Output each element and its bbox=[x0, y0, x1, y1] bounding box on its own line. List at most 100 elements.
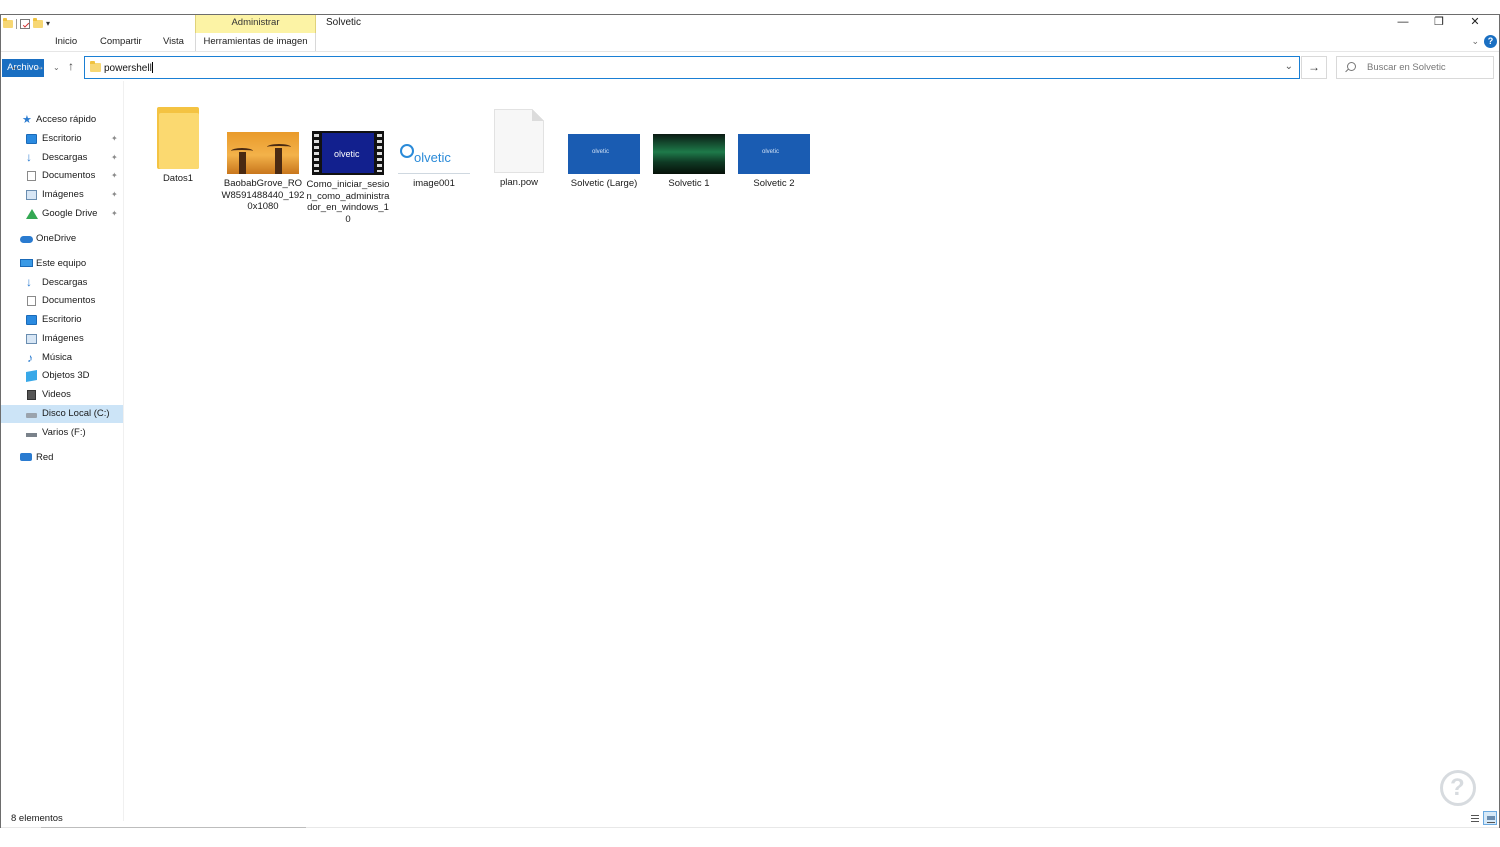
3d-objects-icon bbox=[26, 370, 37, 382]
sidebar-item-escritorio-pc[interactable]: Escritorio bbox=[1, 311, 123, 329]
sidebar-item-label: Red bbox=[36, 452, 54, 463]
music-icon: ♪ bbox=[27, 351, 33, 365]
sidebar-item-descargas-pc[interactable]: ↓ Descargas bbox=[1, 274, 123, 292]
sidebar-item-label: Varios (F:) bbox=[42, 427, 86, 438]
file-item-video[interactable]: olvetic Como_iniciar_sesion_como_adminis… bbox=[306, 107, 390, 225]
download-icon: ↓ bbox=[26, 150, 32, 164]
sidebar-item-label: Imágenes bbox=[42, 189, 84, 200]
close-button[interactable]: ✕ bbox=[1457, 15, 1493, 31]
document-icon bbox=[494, 109, 544, 173]
pin-icon[interactable]: ✦ bbox=[111, 186, 118, 204]
thumbnail-text: olvetic bbox=[592, 149, 610, 155]
sidebar-item-musica[interactable]: ♪ Música bbox=[1, 349, 123, 367]
file-name: Datos1 bbox=[162, 173, 194, 184]
recent-locations-icon[interactable]: ⌄ bbox=[53, 62, 60, 74]
sidebar-item-label: Acceso rápido bbox=[36, 114, 97, 125]
this-pc-icon bbox=[20, 259, 33, 267]
pictures-icon bbox=[26, 334, 37, 344]
image-thumbnail: olvetic bbox=[398, 142, 470, 174]
sidebar-item-label: Imágenes bbox=[42, 333, 84, 344]
sidebar-item-documentos-pc[interactable]: Documentos bbox=[1, 292, 123, 310]
file-name: image001 bbox=[413, 178, 455, 189]
sidebar-item-label: Google Drive bbox=[42, 208, 98, 219]
video-thumbnail: olvetic bbox=[312, 131, 384, 175]
search-input[interactable] bbox=[1367, 60, 1487, 75]
sidebar-item-onedrive[interactable]: OneDrive bbox=[1, 230, 123, 248]
address-input[interactable]: powershell bbox=[104, 62, 153, 74]
videos-icon bbox=[27, 390, 36, 400]
sidebar-item-escritorio[interactable]: Escritorio ✦ bbox=[1, 130, 123, 148]
documents-icon bbox=[27, 296, 36, 306]
large-icons-view-icon[interactable] bbox=[1483, 811, 1497, 825]
file-item-plan-pow[interactable]: plan.pow bbox=[477, 107, 561, 189]
forward-arrow-icon[interactable]: → bbox=[33, 60, 45, 72]
tab-compartir[interactable]: Compartir bbox=[94, 33, 148, 51]
sidebar-item-google-drive[interactable]: Google Drive ✦ bbox=[1, 205, 123, 223]
minimize-button[interactable]: — bbox=[1385, 15, 1421, 31]
image-thumbnail: olvetic bbox=[568, 134, 640, 174]
sidebar-item-label: Disco Local (C:) bbox=[42, 408, 110, 419]
sidebar-item-label: Música bbox=[42, 352, 73, 363]
pin-icon[interactable]: ✦ bbox=[111, 205, 118, 223]
pin-icon[interactable]: ✦ bbox=[111, 130, 118, 148]
file-list: Datos1 BaobabGrove_ROW8591488440_1920x10… bbox=[131, 81, 1499, 821]
file-item-solvetic-large[interactable]: olvetic Solvetic (Large) bbox=[562, 107, 646, 190]
help-button[interactable]: ? bbox=[1484, 35, 1497, 48]
sidebar-item-imagenes-pc[interactable]: Imágenes bbox=[1, 330, 123, 348]
address-history-dropdown[interactable]: ⌄ bbox=[1285, 61, 1293, 72]
file-item-solvetic-2[interactable]: olvetic Solvetic 2 bbox=[732, 107, 816, 190]
top-frame bbox=[0, 0, 1500, 14]
file-name: Solvetic (Large) bbox=[570, 178, 638, 189]
sidebar-item-este-equipo[interactable]: Este equipo bbox=[1, 255, 123, 273]
pin-icon[interactable]: ✦ bbox=[111, 167, 118, 185]
up-arrow-icon[interactable]: ↑ bbox=[68, 60, 74, 72]
file-item-datos1[interactable]: Datos1 bbox=[136, 107, 220, 185]
file-name: Como_iniciar_sesion_como_administrador_e… bbox=[306, 179, 390, 225]
local-disk-icon bbox=[26, 413, 37, 418]
folder-icon[interactable] bbox=[3, 18, 13, 28]
sidebar-item-acceso-rapido[interactable]: ★ Acceso rápido bbox=[1, 111, 123, 129]
chevron-down-icon[interactable]: ⌄ bbox=[1471, 36, 1479, 47]
sidebar-item-videos[interactable]: Videos bbox=[1, 386, 123, 404]
download-icon: ↓ bbox=[26, 275, 32, 289]
properties-icon[interactable] bbox=[20, 19, 30, 29]
sidebar-item-disco-local-c[interactable]: Disco Local (C:) bbox=[1, 405, 123, 423]
folder-icon bbox=[90, 61, 101, 72]
sidebar-item-imagenes[interactable]: Imágenes ✦ bbox=[1, 186, 123, 204]
sidebar-item-label: OneDrive bbox=[36, 233, 77, 244]
go-button[interactable]: → bbox=[1301, 56, 1327, 79]
sidebar-item-label: Descargas bbox=[42, 277, 88, 288]
sidebar-item-objetos-3d[interactable]: Objetos 3D bbox=[1, 367, 123, 385]
tab-herramientas-de-imagen[interactable]: Herramientas de imagen bbox=[195, 33, 316, 51]
search-icon bbox=[1347, 62, 1356, 71]
tab-inicio[interactable]: Inicio bbox=[49, 33, 83, 51]
file-name: Solvetic 2 bbox=[753, 178, 795, 189]
folder-icon bbox=[157, 107, 199, 169]
customize-toolbar-icon[interactable]: ▾ bbox=[46, 19, 50, 29]
image-thumbnail bbox=[653, 134, 725, 174]
tab-vista[interactable]: Vista bbox=[157, 33, 190, 51]
pin-icon[interactable]: ✦ bbox=[111, 149, 118, 167]
desktop-icon bbox=[26, 315, 37, 325]
sidebar-item-red[interactable]: Red bbox=[1, 449, 123, 467]
back-arrow-icon[interactable]: ← bbox=[10, 60, 22, 72]
search-box[interactable] bbox=[1336, 56, 1494, 79]
network-icon bbox=[20, 453, 32, 461]
file-item-baobab[interactable]: BaobabGrove_ROW8591488440_1920x1080 bbox=[221, 107, 305, 213]
maximize-button[interactable]: ❐ bbox=[1421, 15, 1457, 31]
sidebar-item-descargas[interactable]: ↓ Descargas ✦ bbox=[1, 149, 123, 167]
sidebar-item-label: Este equipo bbox=[36, 258, 87, 269]
sidebar-item-documentos[interactable]: Documentos ✦ bbox=[1, 167, 123, 185]
file-name: BaobabGrove_ROW8591488440_1920x1080 bbox=[221, 178, 305, 212]
sidebar-item-label: Escritorio bbox=[42, 133, 82, 144]
address-bar[interactable]: powershell ⌄ bbox=[84, 56, 1300, 79]
sidebar-item-label: Descargas bbox=[42, 152, 88, 163]
file-item-solvetic-1[interactable]: Solvetic 1 bbox=[647, 107, 731, 190]
thumbnail-text: olvetic bbox=[414, 150, 451, 165]
ribbon-tabs: Archivo Inicio Compartir Vista Herramien… bbox=[1, 33, 1499, 77]
sidebar-item-varios-f[interactable]: Varios (F:) bbox=[1, 424, 123, 442]
file-item-image001[interactable]: olvetic image001 bbox=[392, 107, 476, 190]
new-folder-icon[interactable] bbox=[33, 18, 43, 28]
image-thumbnail: olvetic bbox=[738, 134, 810, 174]
google-drive-icon bbox=[26, 209, 38, 219]
